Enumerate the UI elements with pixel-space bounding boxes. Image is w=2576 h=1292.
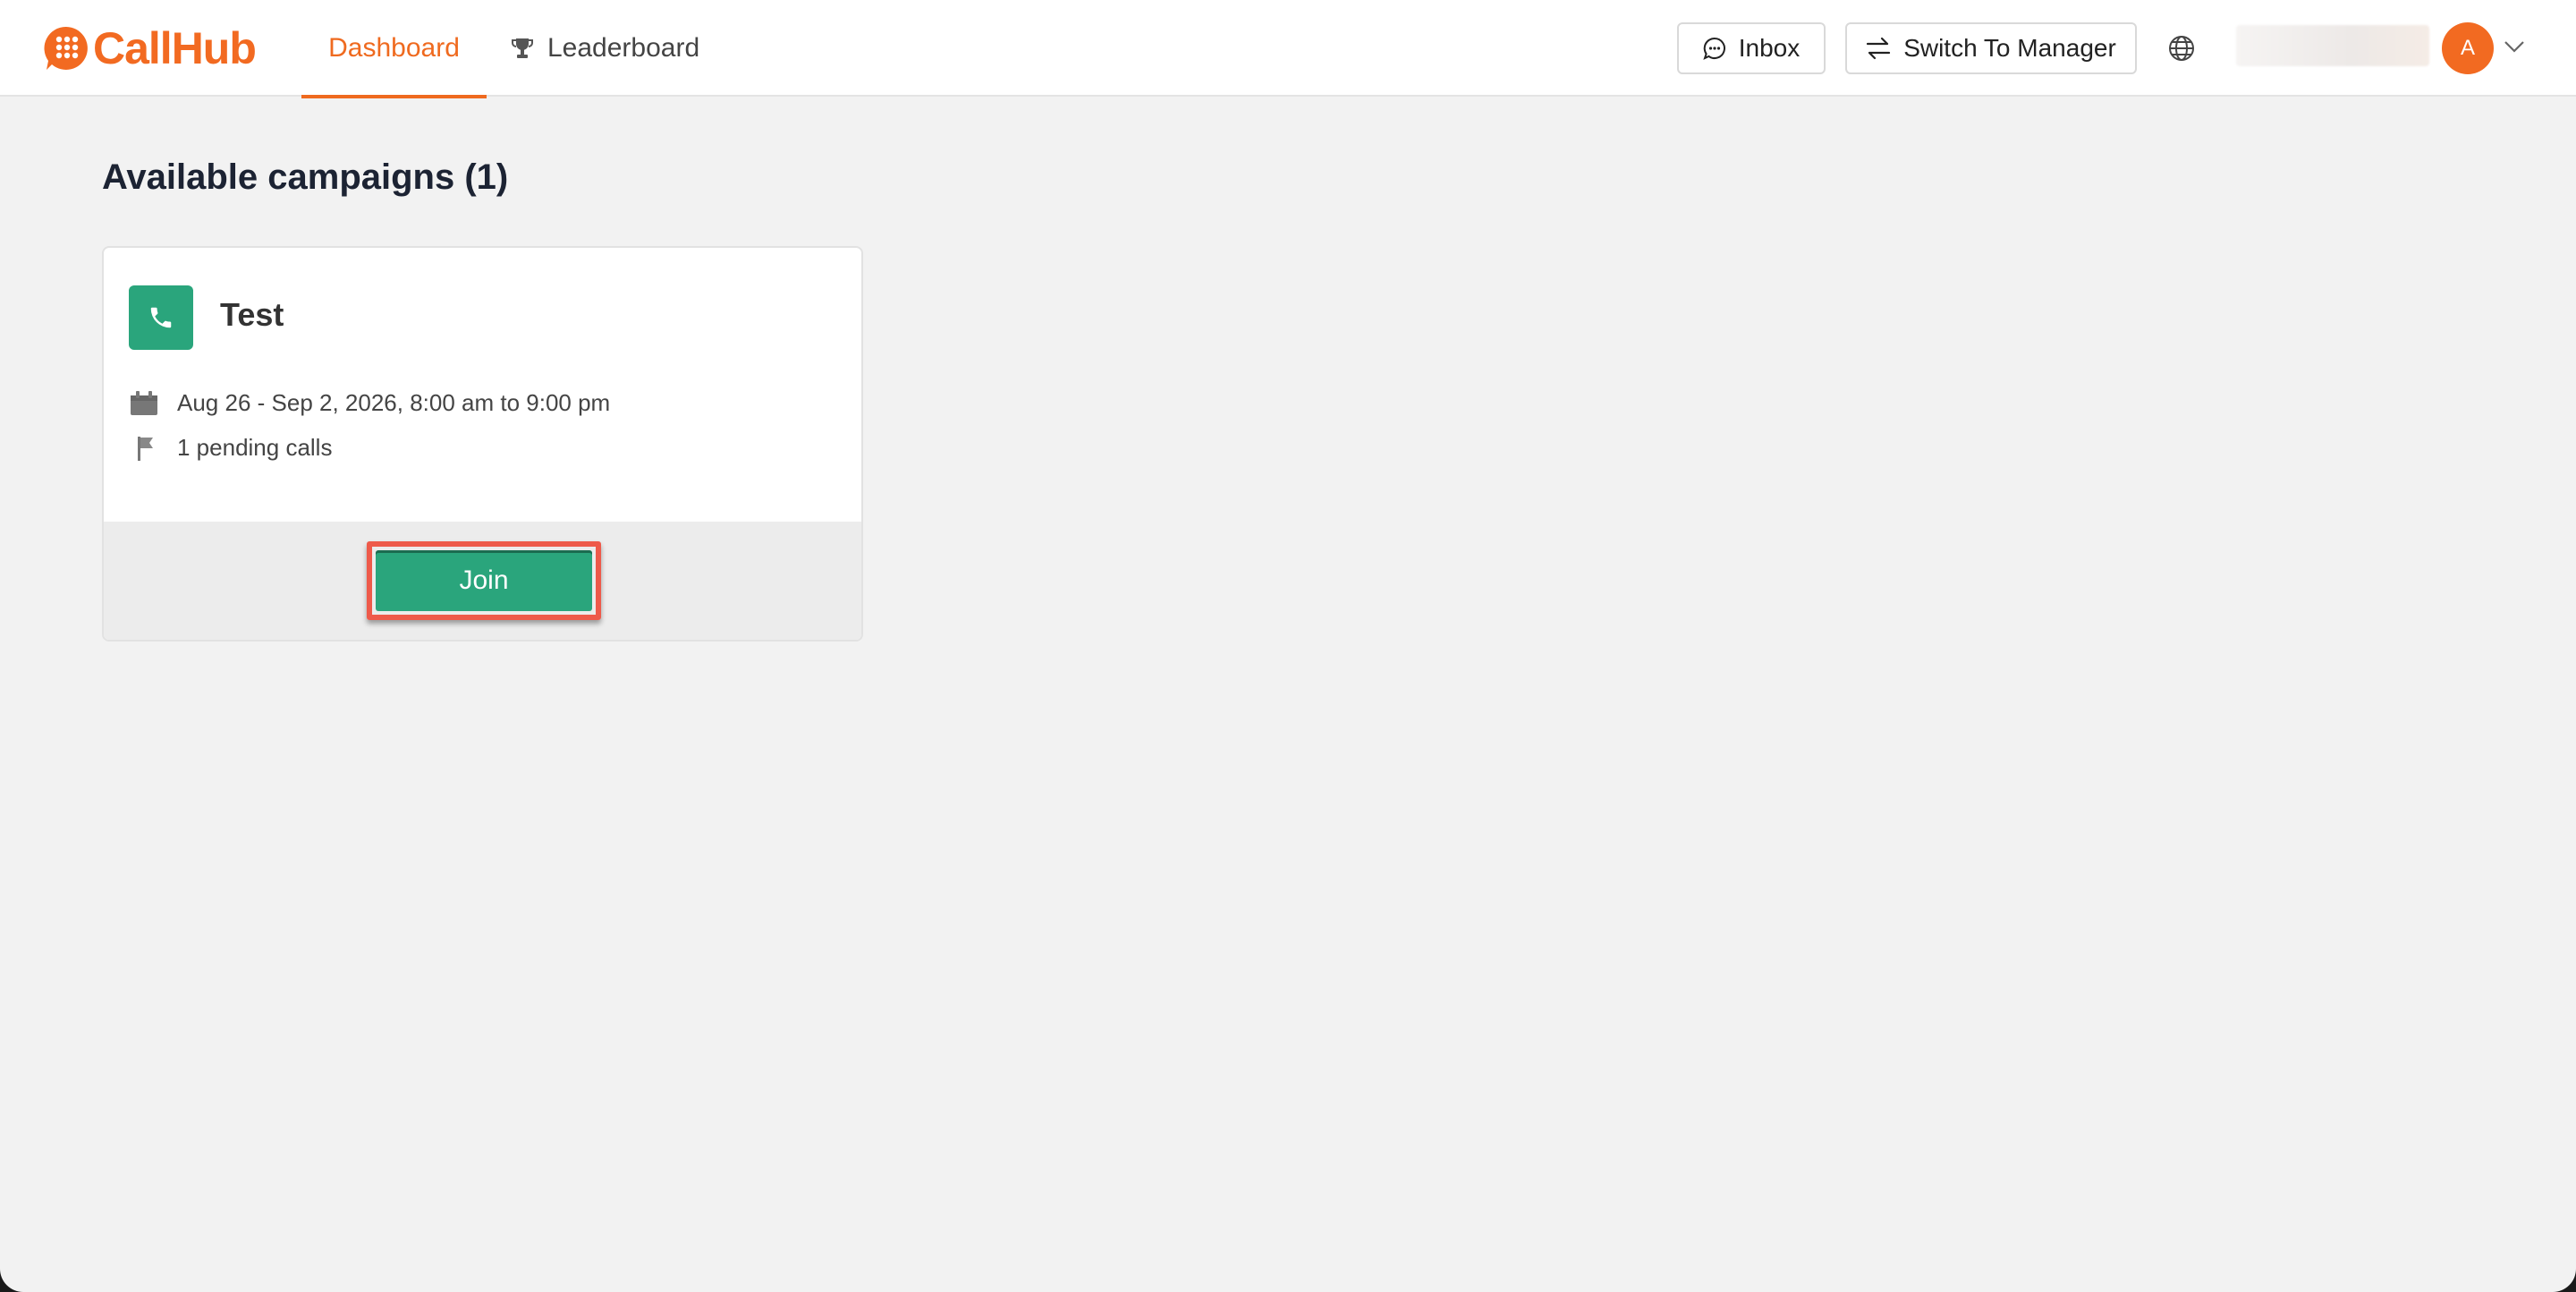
- callhub-logo[interactable]: CallHub: [43, 21, 257, 75]
- page-title: Available campaigns (1): [102, 157, 509, 197]
- chat-bubble-icon: [1703, 37, 1725, 60]
- campaign-schedule-text: Aug 26 - Sep 2, 2026, 8:00 am to 9:00 pm: [177, 389, 611, 416]
- app-window: CallHub Dashboard Leaderboard Inbox Swit…: [0, 0, 2576, 1292]
- inbox-label: Inbox: [1738, 34, 1801, 62]
- tab-leaderboard-label: Leaderboard: [547, 33, 700, 63]
- campaign-pending-text: 1 pending calls: [177, 434, 333, 461]
- campaign-card-footer: Join: [104, 522, 861, 640]
- phone-icon: [150, 307, 172, 328]
- avatar-initial: A: [2460, 36, 2475, 60]
- campaign-card: Test Aug 26 - Sep 2, 2026, 8:00 am to 9:…: [102, 246, 863, 642]
- join-button[interactable]: Join: [376, 550, 592, 611]
- campaign-type-badge: [129, 285, 193, 350]
- flag-icon: [138, 436, 153, 461]
- tab-dashboard-label: Dashboard: [328, 33, 460, 63]
- callhub-logo-icon: [44, 26, 88, 70]
- swap-arrows-icon: [1867, 37, 1891, 60]
- brand-name: CallHub: [93, 23, 257, 73]
- globe-icon[interactable]: [2167, 34, 2196, 63]
- tab-dashboard[interactable]: Dashboard: [301, 0, 487, 98]
- trophy-icon: [512, 38, 533, 58]
- campaign-name: Test: [220, 296, 284, 333]
- user-name-redacted: [2236, 25, 2429, 66]
- avatar[interactable]: A: [2442, 22, 2494, 74]
- chevron-down-icon[interactable]: [2503, 38, 2526, 55]
- tab-leaderboard[interactable]: Leaderboard: [512, 0, 717, 97]
- campaign-schedule: Aug 26 - Sep 2, 2026, 8:00 am to 9:00 pm: [129, 389, 610, 417]
- inbox-button[interactable]: Inbox: [1677, 22, 1826, 74]
- campaign-pending-calls: 1 pending calls: [129, 434, 332, 462]
- top-navigation-bar: CallHub Dashboard Leaderboard Inbox Swit…: [0, 0, 2576, 98]
- switch-to-manager-label: Switch To Manager: [1903, 34, 2116, 62]
- calendar-icon: [131, 390, 157, 415]
- switch-to-manager-button[interactable]: Switch To Manager: [1845, 22, 2137, 74]
